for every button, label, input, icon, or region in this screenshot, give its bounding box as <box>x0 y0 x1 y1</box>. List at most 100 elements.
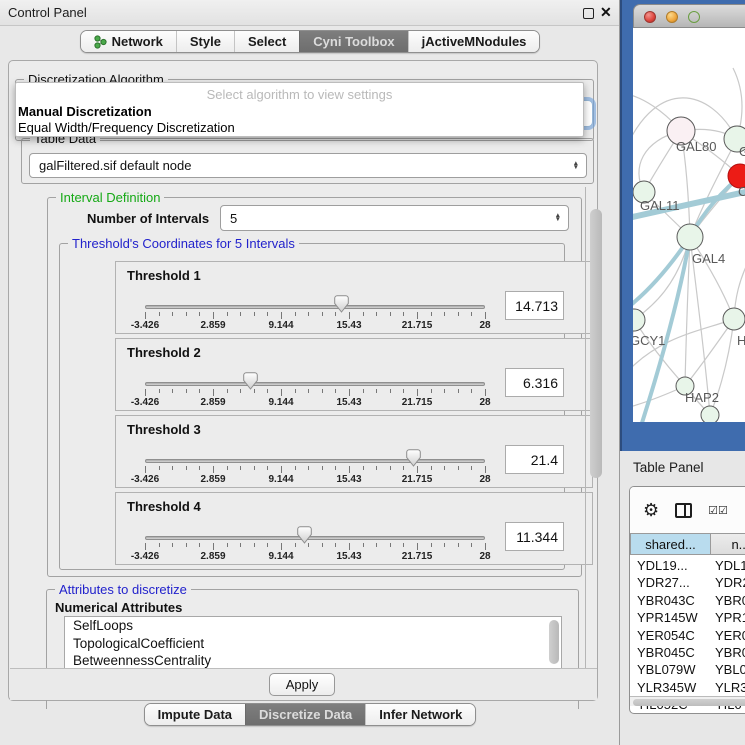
network-edge[interactable] <box>690 237 734 319</box>
minimize-traffic-light[interactable] <box>666 11 678 23</box>
close-icon[interactable]: ✕ <box>600 4 612 21</box>
table-data-group: Table Data galFiltered.sif default node … <box>21 138 594 184</box>
numerical-attributes-label: Numerical Attributes <box>55 600 182 615</box>
numerical-attributes-list[interactable]: SelfLoopsTopologicalCoefficientBetweenne… <box>64 616 562 669</box>
table-cell-shared-name[interactable]: YBR043C <box>637 592 695 609</box>
tick-label: 15.43 <box>336 474 361 485</box>
table-hscrollbar[interactable] <box>630 696 745 706</box>
network-window-titlebar[interactable] <box>633 4 745 28</box>
control-panel-titlebar[interactable]: Control Panel ✕ <box>0 0 619 26</box>
network-node[interactable] <box>701 406 719 422</box>
threshold-value-field[interactable]: 21.4 <box>505 445 564 474</box>
attributes-group-title: Attributes to discretize <box>55 582 191 597</box>
tick-label: 9.144 <box>268 320 293 331</box>
table-data-select[interactable]: galFiltered.sif default node ▲▼ <box>29 153 587 178</box>
table-cell-shared-name[interactable]: YDL19... <box>637 557 688 574</box>
stepper-icon: ▲▼ <box>573 162 579 170</box>
thresholds-group-title: Threshold's Coordinates for 5 Intervals <box>68 236 299 251</box>
threshold-slider-track[interactable] <box>145 459 485 463</box>
attribute-item[interactable]: BetweennessCentrality <box>65 652 561 669</box>
bottom-tab-impute-data[interactable]: Impute Data <box>145 704 245 725</box>
tick-label: 28 <box>479 397 490 408</box>
threshold-panel-3: Threshold 3-3.4262.8599.14415.4321.71528… <box>115 415 593 488</box>
tab-jactivemnodules[interactable]: jActiveMNodules <box>408 31 540 52</box>
close-traffic-light[interactable] <box>644 11 656 23</box>
tick-label: 2.859 <box>200 474 225 485</box>
algorithm-option-manual[interactable]: Manual Discretization <box>18 104 152 119</box>
tab-label: Select <box>248 34 286 49</box>
network-node-label: GA <box>739 144 745 159</box>
tab-label: Cyni Toolbox <box>313 34 394 49</box>
threshold-slider-handle[interactable] <box>297 526 312 544</box>
table-cell-name[interactable]: YPR1 <box>715 609 745 626</box>
table-cell-name[interactable]: YBR0 <box>715 592 745 609</box>
threshold-label: Threshold 2 <box>127 345 201 360</box>
threshold-slider-handle[interactable] <box>406 449 421 467</box>
algorithm-popup: Select algorithm to view settings Manual… <box>15 82 584 137</box>
bottom-tab-infer-network[interactable]: Infer Network <box>365 704 475 725</box>
tab-select[interactable]: Select <box>234 31 299 52</box>
split-columns-icon[interactable] <box>675 503 692 518</box>
threshold-slider-handle[interactable] <box>334 295 349 313</box>
settings-scrollbar-track[interactable] <box>585 187 607 668</box>
tick-label: 28 <box>479 474 490 485</box>
number-of-intervals-select[interactable]: 5 ▲▼ <box>220 205 569 231</box>
zoom-traffic-light[interactable] <box>688 11 700 23</box>
attribute-item[interactable]: TopologicalCoefficient <box>65 635 561 653</box>
table-cell-name[interactable]: YER0 <box>715 627 745 644</box>
apply-button[interactable]: Apply <box>269 673 335 696</box>
table-cell-shared-name[interactable]: YDR27... <box>637 574 690 591</box>
interval-definition-group: Interval Definition Number of Intervals … <box>47 197 582 577</box>
attribute-item[interactable]: SelfLoops <box>65 617 561 635</box>
table-cell-name[interactable]: YLR3 <box>715 679 745 696</box>
threshold-slider-handle[interactable] <box>243 372 258 390</box>
table-cell-shared-name[interactable]: YER054C <box>637 627 695 644</box>
table-cell-name[interactable]: YBR0 <box>715 644 745 661</box>
algorithm-option-equal-width[interactable]: Equal Width/Frequency Discretization <box>18 120 235 135</box>
tick-label: -3.426 <box>131 474 159 485</box>
network-edge[interactable] <box>685 319 734 386</box>
table-hscrollbar-thumb[interactable] <box>633 699 745 706</box>
tick-label: 2.859 <box>200 551 225 562</box>
network-node-label: GCY1 <box>633 333 665 348</box>
network-node[interactable] <box>677 224 703 250</box>
float-window-icon[interactable] <box>583 8 594 19</box>
table-cell-name[interactable]: YDL1 <box>715 557 745 574</box>
bottom-tab-discretize-data[interactable]: Discretize Data <box>245 704 365 725</box>
network-node-label: GAL80 <box>676 139 716 154</box>
algorithm-popup-hint: Select algorithm to view settings <box>16 87 583 102</box>
threshold-slider-track[interactable] <box>145 305 485 309</box>
checkbox-icons[interactable]: ☑☑ <box>708 504 728 517</box>
slider-ticks <box>145 389 485 397</box>
window-title: Control Panel <box>8 5 87 20</box>
tab-network[interactable]: Network <box>81 31 176 52</box>
tab-label: jActiveMNodules <box>422 34 527 49</box>
table-header-shared[interactable]: shared... <box>630 533 711 555</box>
tab-style[interactable]: Style <box>176 31 234 52</box>
table-cell-shared-name[interactable]: YLR345W <box>637 679 696 696</box>
threshold-panel-2: Threshold 2-3.4262.8599.14415.4321.71528… <box>115 338 593 411</box>
table-cell-shared-name[interactable]: YPR145W <box>637 609 698 626</box>
number-of-intervals-value: 5 <box>230 211 237 226</box>
threshold-slider-track[interactable] <box>145 536 485 540</box>
table-cell-shared-name[interactable]: YBR045C <box>637 644 695 661</box>
bottom-tabstrip: Impute Data Discretize DataInfer Network <box>0 703 620 726</box>
threshold-value-field[interactable]: 6.316 <box>505 368 564 397</box>
threshold-value-field[interactable]: 11.344 <box>505 522 564 551</box>
network-node[interactable] <box>723 308 745 330</box>
list-scrollbar[interactable] <box>549 620 559 664</box>
network-edge[interactable] <box>634 320 685 386</box>
tab-cyni-toolbox[interactable]: Cyni Toolbox <box>299 31 407 52</box>
threshold-slider-track[interactable] <box>145 382 485 386</box>
tick-label: 21.715 <box>402 551 433 562</box>
table-cell-shared-name[interactable]: YBL079W <box>637 661 696 678</box>
table-header-name[interactable]: n... <box>711 533 745 555</box>
settings-scrollbar-thumb[interactable] <box>590 209 602 478</box>
network-view-canvas[interactable]: GAL80GACGAL11GAL4GCY1HHAP2 <box>633 28 745 422</box>
gear-icon[interactable]: ⚙ <box>643 501 659 519</box>
table-cell-name[interactable]: YBL0 <box>715 661 745 678</box>
threshold-value-field[interactable]: 14.713 <box>505 291 564 320</box>
table-toolbar: ⚙ ☑☑ <box>630 487 745 533</box>
tab-label: Impute Data <box>158 707 232 722</box>
table-cell-name[interactable]: YDR2 <box>715 574 745 591</box>
